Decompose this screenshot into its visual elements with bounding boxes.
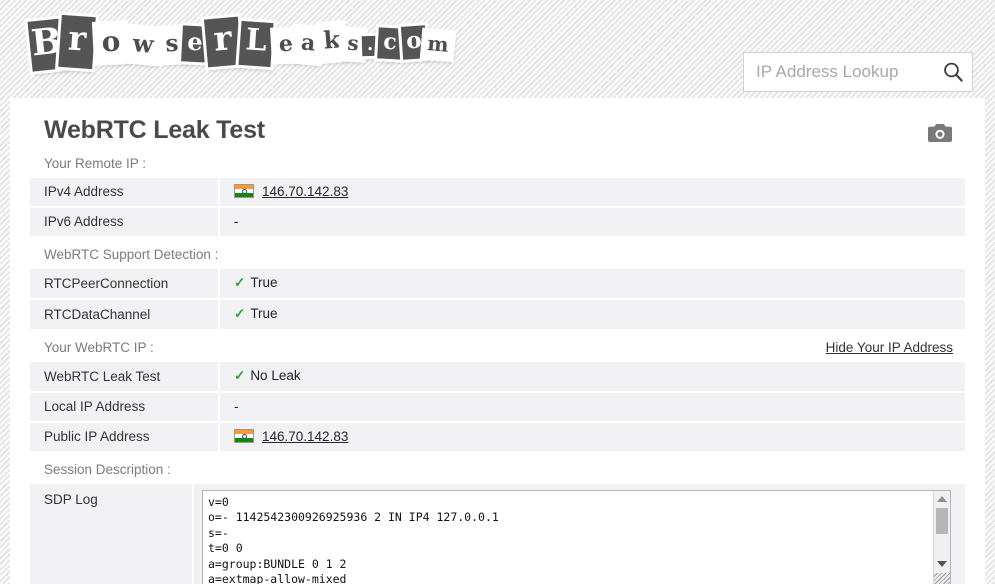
row-value: ✓ True (219, 299, 965, 329)
ipv4-address-link[interactable]: 146.70.142.83 (262, 184, 348, 199)
search-icon[interactable] (934, 53, 972, 91)
hide-your-ip-address-link[interactable]: Hide Your IP Address (826, 340, 953, 355)
search-box[interactable] (743, 52, 973, 92)
sdp-log-label: SDP Log (30, 484, 194, 584)
row-key: IPv4 Address (30, 178, 220, 208)
row-value: 146.70.142.83 (219, 422, 965, 451)
table-support-detection: RTCPeerConnection ✓ True RTCDataChannel ✓… (30, 269, 965, 329)
scrollbar-thumb[interactable] (936, 508, 948, 534)
row-value: - (219, 392, 965, 423)
row-value: - (219, 207, 965, 236)
sdp-log-textarea[interactable]: v=0 o=- 1142542300926925936 2 IN IP4 127… (202, 490, 951, 584)
section-label-remote-ip: Your Remote IP : (44, 156, 147, 171)
leak-status-text: No Leak (250, 368, 301, 383)
scroll-up-arrow-icon[interactable] (934, 491, 950, 506)
scroll-down-arrow-icon[interactable] (934, 556, 950, 571)
search-input[interactable] (744, 62, 934, 82)
check-icon: ✓ (234, 368, 246, 383)
public-ip-address-link[interactable]: 146.70.142.83 (262, 429, 348, 444)
table-row: RTCPeerConnection ✓ True (30, 269, 965, 300)
table-row: Public IP Address 146.70.142.83 (30, 422, 965, 451)
row-key: IPv6 Address (30, 207, 220, 236)
row-value: ✓ True (219, 269, 965, 300)
row-key: WebRTC Leak Test (30, 362, 220, 393)
sdp-log-text: v=0 o=- 1142542300926925936 2 IN IP4 127… (208, 495, 499, 584)
table-row: WebRTC Leak Test ✓ No Leak (30, 362, 965, 393)
camera-icon[interactable] (927, 122, 953, 144)
logo-letter: L (238, 20, 274, 68)
content-body: WebRTC Leak Test Your Remote IP : IPv4 A… (10, 98, 985, 584)
section-label-webrtc-ip: Your WebRTC IP : (44, 340, 154, 355)
sdp-log-scrollbar[interactable] (933, 491, 950, 584)
logo-letter: o (95, 23, 127, 63)
row-value: ✓ No Leak (219, 362, 965, 393)
row-value-text: True (250, 306, 278, 321)
logo-letter: . (361, 34, 379, 57)
logo-letter: w (124, 26, 162, 64)
table-row: IPv6 Address - (30, 207, 965, 236)
table-row: RTCDataChannel ✓ True (30, 299, 965, 329)
table-row: Local IP Address - (30, 392, 965, 423)
section-label-support-detection: WebRTC Support Detection : (44, 247, 219, 262)
check-icon: ✓ (234, 306, 246, 321)
section-label-session-description: Session Description : (44, 462, 171, 477)
sdp-log-row: SDP Log v=0 o=- 1142542300926925936 2 IN… (30, 484, 965, 584)
row-value: 146.70.142.83 (219, 178, 965, 208)
flag-icon-in (234, 184, 254, 198)
table-webrtc-ip: WebRTC Leak Test ✓ No Leak Local IP Addre… (30, 362, 965, 451)
content-card: WebRTC Leak Test Your Remote IP : IPv4 A… (10, 98, 985, 584)
logo-letter: a (294, 27, 322, 63)
check-icon: ✓ (234, 275, 246, 290)
table-remote-ip: IPv4 Address 146.70.142.83 IPv6 Address … (30, 178, 965, 236)
logo-letter: r (203, 16, 243, 68)
row-key: Local IP Address (30, 392, 220, 423)
row-key: RTCPeerConnection (30, 269, 220, 300)
title-row: WebRTC Leak Test (30, 116, 965, 145)
logo-letter: c (377, 27, 403, 60)
site-logo[interactable]: B r o w s e r L e a k s . c o m (27, 14, 454, 84)
row-key: RTCDataChannel (30, 299, 220, 329)
section-row-webrtc-ip: Your WebRTC IP : Hide Your IP Address (30, 329, 965, 362)
flag-icon-in (234, 429, 254, 443)
logo-letter: m (422, 30, 454, 60)
row-value-text: True (250, 275, 278, 290)
table-row: IPv4 Address 146.70.142.83 (30, 178, 965, 208)
resize-grip-icon[interactable] (934, 573, 950, 584)
row-key: Public IP Address (30, 422, 220, 451)
site-header: B r o w s e r L e a k s . c o m (0, 0, 995, 98)
page-title: WebRTC Leak Test (44, 116, 265, 144)
logo-letter: r (58, 14, 96, 70)
